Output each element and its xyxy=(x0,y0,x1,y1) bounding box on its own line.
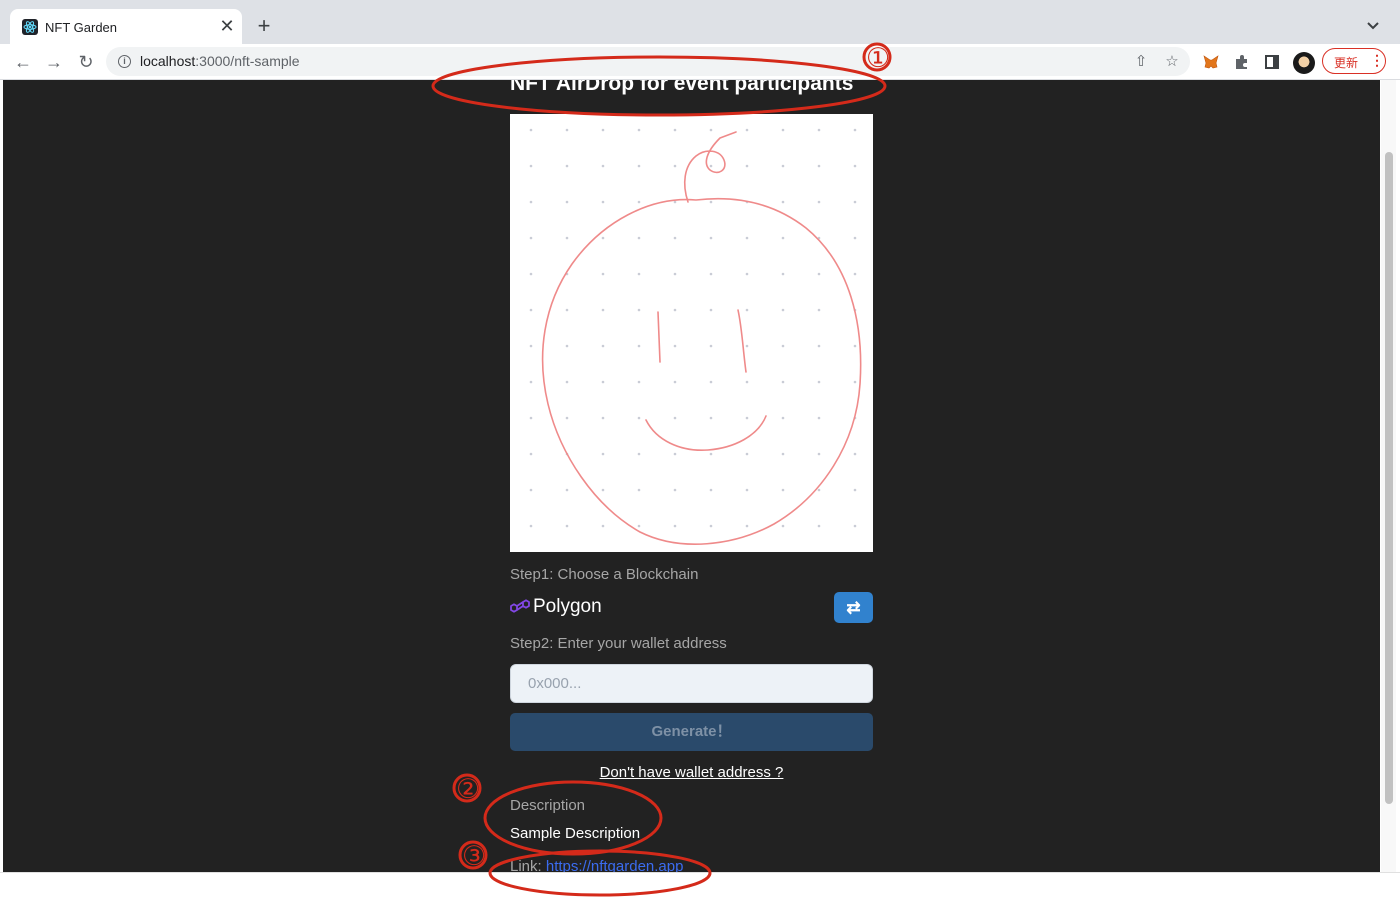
kebab-menu-icon: ⋮ xyxy=(1370,52,1384,68)
reload-icon[interactable]: ↻ xyxy=(74,50,98,74)
swap-arrows-icon: ⇄ xyxy=(846,598,861,617)
no-wallet-address-link[interactable]: Don't have wallet address ? xyxy=(510,764,873,781)
page-scrollbar[interactable] xyxy=(1381,80,1396,872)
page-viewport: NFT AirDrop for event participants Step1… xyxy=(3,80,1380,872)
polygon-logo-icon xyxy=(510,599,530,613)
generate-button[interactable]: Generate！ xyxy=(510,713,873,751)
link-row: Link: https://nftgarden.app xyxy=(510,858,683,872)
switch-chain-button[interactable]: ⇄ xyxy=(834,592,873,623)
blockchain-selector-row: Polygon ⇄ xyxy=(510,592,873,625)
link-label: Link: xyxy=(510,858,546,872)
wallet-address-input[interactable] xyxy=(510,664,873,703)
description-value: Sample Description xyxy=(510,825,641,842)
share-icon[interactable]: ⇧ xyxy=(1131,52,1151,72)
new-tab-plus-icon[interactable]: + xyxy=(252,14,276,38)
browser-toolbar: ← → ↻ i localhost:3000/nft-sample ⇧ ☆ 更新… xyxy=(0,44,1400,80)
selected-chain-name: Polygon xyxy=(533,596,602,617)
profile-avatar[interactable] xyxy=(1293,52,1315,74)
bookmark-star-icon[interactable]: ☆ xyxy=(1162,52,1182,72)
tab-search-chevron-icon[interactable] xyxy=(1364,16,1382,34)
update-label: 更新 xyxy=(1334,56,1359,70)
browser-tab-strip: NFT Garden ✕ + xyxy=(0,0,1400,45)
tab-title: NFT Garden xyxy=(45,20,118,35)
page-title: NFT AirDrop for event participants xyxy=(510,80,854,95)
back-arrow-icon[interactable]: ← xyxy=(11,50,35,74)
window-bottom-edge xyxy=(0,872,1400,901)
description-label: Description xyxy=(510,797,586,814)
scrollbar-thumb[interactable] xyxy=(1385,152,1393,804)
metamask-fox-icon[interactable] xyxy=(1202,53,1220,71)
url-text[interactable]: localhost:3000/nft-sample xyxy=(140,53,300,69)
step1-label: Step1: Choose a Blockchain xyxy=(510,566,699,583)
tab-react-favicon xyxy=(22,19,38,35)
tab-close-icon[interactable]: ✕ xyxy=(217,16,237,36)
extensions-puzzle-icon[interactable] xyxy=(1233,53,1251,71)
nftgarden-link[interactable]: https://nftgarden.app xyxy=(546,858,684,872)
side-panel-icon[interactable] xyxy=(1263,53,1281,71)
site-info-icon[interactable]: i xyxy=(118,55,131,68)
chrome-update-button[interactable]: 更新 ⋮ xyxy=(1322,48,1386,74)
browser-tab[interactable]: NFT Garden ✕ xyxy=(10,9,242,45)
forward-arrow-icon[interactable]: → xyxy=(42,50,66,74)
nft-drawing-image xyxy=(510,114,873,552)
address-bar[interactable]: i localhost:3000/nft-sample ⇧ ☆ xyxy=(106,47,1190,76)
step2-label: Step2: Enter your wallet address xyxy=(510,635,727,652)
